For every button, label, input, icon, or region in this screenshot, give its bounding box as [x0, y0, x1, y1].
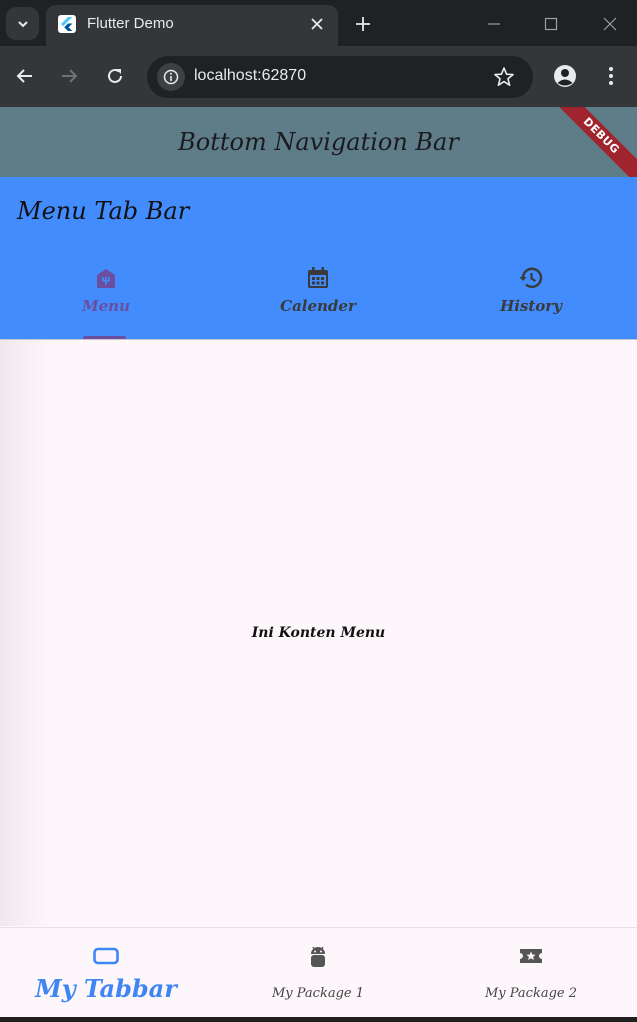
tab-history-label: History: [500, 297, 562, 315]
android-icon: [311, 946, 325, 967]
back-button[interactable]: [12, 63, 38, 89]
site-info-button[interactable]: [157, 63, 185, 91]
nav-my-tabbar-label: My Tabbar: [35, 974, 177, 1003]
app-bar-title: Bottom Navigation Bar: [178, 128, 459, 156]
browser-tabstrip: Flutter Demo: [0, 0, 637, 46]
tab-bar: Menu Tab Bar Menu Calender History: [0, 177, 637, 339]
maximize-icon: [544, 17, 558, 31]
window-close-icon: [603, 17, 617, 31]
address-bar[interactable]: localhost:62870: [147, 56, 533, 98]
minimize-button[interactable]: [482, 12, 506, 36]
chevron-down-icon: [17, 20, 28, 27]
forward-icon: [62, 69, 78, 83]
calendar-icon: [308, 267, 328, 288]
new-tab-button[interactable]: [350, 11, 376, 37]
star-icon[interactable]: [493, 66, 515, 88]
maximize-button[interactable]: [539, 12, 563, 36]
nav-my-package-2-label: My Package 2: [484, 986, 578, 1001]
history-icon: [519, 267, 543, 288]
window-bottom-edge: [0, 1017, 637, 1022]
tab-menu[interactable]: Menu: [0, 265, 212, 335]
close-tab-button[interactable]: [306, 13, 328, 35]
bottom-navigation-bar: My Tabbar My Package 1 My Package 2: [0, 927, 637, 1017]
nav-my-tabbar[interactable]: My Tabbar: [0, 928, 212, 1018]
flutter-app: Bottom Navigation Bar DEBUG Menu Tab Bar…: [0, 107, 637, 1022]
tab-search-button[interactable]: [6, 7, 39, 40]
reload-button[interactable]: [102, 63, 128, 89]
content-text: Ini Konten Menu: [251, 625, 386, 641]
local-activity-icon: [520, 949, 542, 963]
tablet-icon: [93, 947, 119, 965]
menu-button[interactable]: [598, 63, 624, 89]
nav-my-package-1[interactable]: My Package 1: [212, 928, 424, 1018]
browser-toolbar: localhost:62870: [0, 46, 637, 107]
tab-history[interactable]: History: [425, 265, 637, 335]
reload-icon: [108, 68, 122, 83]
tab-calender-label: Calender: [280, 297, 356, 315]
window-close-button[interactable]: [598, 12, 622, 36]
browser-tab[interactable]: Flutter Demo: [46, 5, 338, 46]
back-icon: [16, 69, 32, 83]
plus-icon: [356, 17, 370, 31]
tab-content: Ini Konten Menu: [0, 340, 637, 926]
nav-my-package-1-label: My Package 1: [271, 986, 365, 1001]
minimize-icon: [488, 23, 500, 25]
url-text: localhost:62870: [194, 67, 307, 84]
storefront-icon: [97, 269, 115, 288]
tab-bar-title: Menu Tab Bar: [17, 197, 190, 225]
tab-title: Flutter Demo: [87, 15, 174, 32]
app-bar: Bottom Navigation Bar DEBUG: [0, 107, 637, 192]
close-icon: [311, 18, 323, 30]
content-shade: [0, 340, 50, 926]
tab-calender[interactable]: Calender: [212, 265, 424, 335]
profile-button[interactable]: [552, 63, 578, 89]
nav-my-package-2[interactable]: My Package 2: [425, 928, 637, 1018]
tab-menu-label: Menu: [82, 297, 130, 315]
info-icon: [163, 69, 179, 85]
profile-icon: [554, 65, 576, 87]
forward-button[interactable]: [56, 63, 82, 89]
more-vert-icon: [609, 67, 613, 85]
flutter-logo-icon: [58, 15, 76, 33]
